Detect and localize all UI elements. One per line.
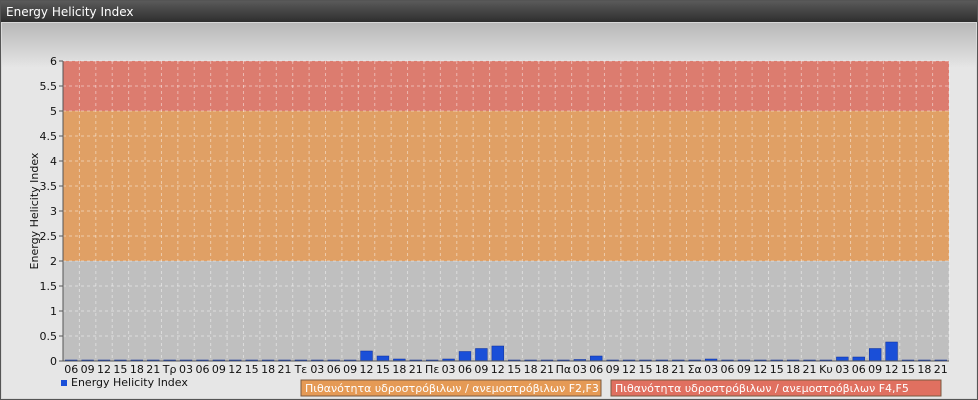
x-tick-label: 06 [721, 363, 735, 376]
bar [458, 351, 472, 362]
bar [475, 348, 488, 362]
x-tick-label: 12 [753, 363, 767, 376]
x-tick-label: 09 [868, 363, 882, 376]
x-tick-label: 09 [212, 363, 226, 376]
legend: Energy Helicity Index Πιθανότητα υδροστρό… [61, 376, 942, 397]
x-tick-label: 12 [360, 363, 374, 376]
x-tick-label: 06 [852, 363, 866, 376]
x-tick-label: Πα [556, 363, 572, 376]
x-tick-label: 15 [113, 363, 127, 376]
y-tick-label: 0.5 [40, 330, 58, 343]
x-tick-label: 12 [228, 363, 242, 376]
x-tick-label: 18 [524, 363, 538, 376]
x-tick-label: 15 [376, 363, 390, 376]
x-tick-label: 03 [442, 363, 456, 376]
x-tick-label: 21 [934, 363, 948, 376]
y-tick-label: 2 [50, 255, 57, 268]
x-tick-label: 12 [885, 363, 899, 376]
x-tick-label: Τρ [162, 363, 177, 376]
x-tick-label: 12 [622, 363, 636, 376]
y-tick-label: 3.5 [40, 180, 58, 193]
x-tick-label: 06 [195, 363, 209, 376]
y-tick-label: 4 [50, 155, 57, 168]
x-tick-label: 12 [97, 363, 111, 376]
x-tick-label: 15 [638, 363, 652, 376]
x-tick-label: 09 [81, 363, 95, 376]
band-legend-label-1: Πιθανότητα υδροστρόβιλων / ανεμοστρόβιλω… [305, 382, 599, 395]
x-tick-label: 09 [474, 363, 488, 376]
x-tick-label: 15 [770, 363, 784, 376]
x-tick-label: 21 [409, 363, 423, 376]
x-tick-label: 18 [261, 363, 275, 376]
y-axis-label: Energy Helicity Index [28, 152, 41, 269]
y-tick-label: 1.5 [40, 280, 58, 293]
y-tick-label: 6 [50, 55, 57, 68]
x-tick-label: 15 [901, 363, 915, 376]
x-tick-label: 15 [507, 363, 521, 376]
x-tick-label: 21 [540, 363, 554, 376]
y-tick-label: 5.5 [40, 80, 58, 93]
bar [376, 355, 390, 362]
x-tick-label: 12 [491, 363, 505, 376]
energy-helicity-chart: 00.511.522.533.544.555.56 06 09 12 15 18 21 Τρ… [28, 55, 950, 397]
chart-window: Energy Helicity Index 0 0.5 1 1.5 2 2.5 3 3.5 4 4… [0, 0, 978, 400]
y-axis: 0 0.5 1 1.5 2 2.5 3 3.5 4 4.5 5 5.5 6 [40, 55, 64, 368]
x-tick-label: 03 [310, 363, 324, 376]
x-tick-label: 21 [146, 363, 160, 376]
x-tick-label: Σα [688, 363, 702, 376]
legend-label: Energy Helicity Index [71, 376, 188, 389]
x-tick-label: Πε [425, 363, 439, 376]
bar [590, 355, 603, 362]
y-tick-label: 0 [50, 355, 57, 368]
x-tick-label: 03 [835, 363, 849, 376]
x-tick-label: 18 [392, 363, 406, 376]
x-tick-label: 06 [327, 363, 341, 376]
bar [885, 341, 898, 362]
x-tick-label: 06 [458, 363, 472, 376]
x-axis: 06 09 12 15 18 21 Τρ 03 06 09 12 15 18 21 Τε 03 06 09 12 15… [63, 360, 949, 376]
x-tick-label: Τε [294, 363, 308, 376]
bar [852, 356, 865, 362]
x-tick-label: 21 [671, 363, 685, 376]
y-tick-label: 3 [50, 205, 57, 218]
x-tick-label: 06 [589, 363, 603, 376]
bar [869, 348, 882, 362]
x-tick-label: 03 [573, 363, 587, 376]
y-tick-label: 2.5 [40, 230, 58, 243]
bar [836, 356, 849, 362]
x-tick-label: 03 [179, 363, 193, 376]
band-legend-label-2: Πιθανότητα υδροστρόβιλων / ανεμοστρόβιλω… [615, 382, 909, 395]
x-tick-label: 09 [737, 363, 751, 376]
x-tick-label: 18 [917, 363, 931, 376]
y-tick-label: 4.5 [40, 130, 58, 143]
x-tick-label: Κυ [819, 363, 833, 376]
legend-swatch [61, 380, 67, 386]
x-tick-label: 21 [278, 363, 292, 376]
bar [491, 345, 504, 362]
x-tick-label: 21 [803, 363, 817, 376]
x-tick-label: 18 [786, 363, 800, 376]
x-tick-label: 09 [606, 363, 620, 376]
y-tick-label: 5 [50, 105, 57, 118]
bar [360, 350, 373, 362]
x-tick-label: 15 [245, 363, 259, 376]
y-tick-label: 1 [50, 305, 57, 318]
x-tick-label: 06 [64, 363, 78, 376]
x-tick-label: 03 [704, 363, 718, 376]
x-tick-label: 09 [343, 363, 357, 376]
x-tick-label: 18 [130, 363, 144, 376]
x-tick-label: 18 [655, 363, 669, 376]
